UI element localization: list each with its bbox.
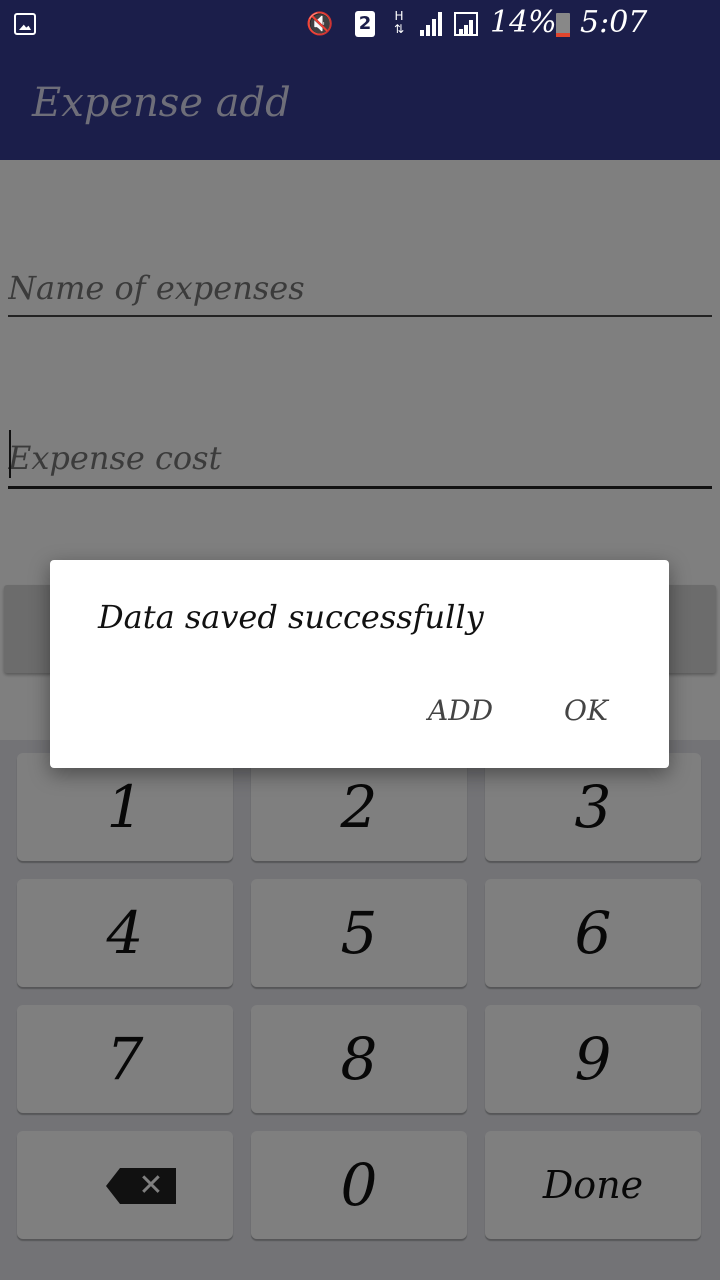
sim-icon: 2 — [355, 11, 375, 37]
network-type-icon: H ⇅ — [394, 9, 405, 36]
app-toolbar: Expense add — [0, 50, 720, 160]
battery-icon — [556, 13, 570, 37]
gallery-icon — [14, 13, 36, 35]
success-dialog: Data saved successfully ADD OK — [50, 560, 669, 768]
mute-icon: 🔇 — [306, 12, 334, 37]
page-title: Expense add — [32, 80, 291, 126]
add-button[interactable]: ADD — [428, 694, 493, 727]
dialog-message: Data saved successfully — [98, 598, 484, 636]
ok-button[interactable]: OK — [564, 694, 608, 727]
signal-icon — [420, 12, 444, 36]
status-bar: 🔇 2 H⇅ 14% 5:07 p.m. — [0, 0, 720, 75]
signal-icon-2 — [454, 12, 478, 36]
battery-percent: 14% — [490, 5, 557, 40]
